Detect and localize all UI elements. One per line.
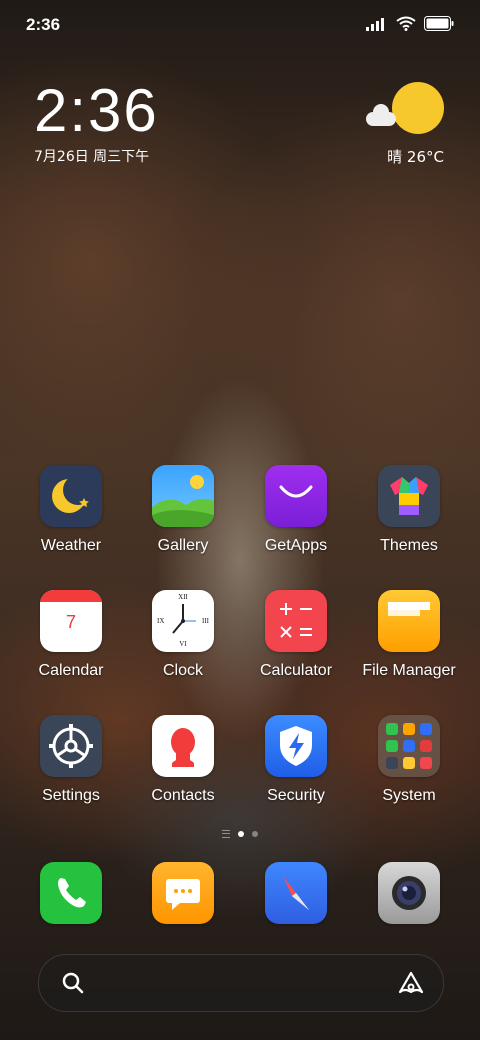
security-icon xyxy=(265,715,327,777)
app-security[interactable]: Security xyxy=(240,715,352,805)
dock-camera[interactable] xyxy=(353,862,465,924)
cloud-icon xyxy=(366,104,396,126)
app-label: Contacts xyxy=(151,787,215,804)
app-getapps[interactable]: GetApps xyxy=(240,465,352,555)
clock-widget-time: 2:36 xyxy=(34,77,159,144)
signal-icon xyxy=(366,17,384,31)
folder-icon xyxy=(378,715,440,777)
dock-messages[interactable] xyxy=(127,862,239,924)
dock-browser[interactable] xyxy=(240,862,352,924)
status-bar: 2:36 xyxy=(0,0,480,50)
phone-icon xyxy=(40,862,102,924)
getapps-icon xyxy=(265,465,327,527)
page-list-indicator xyxy=(222,830,230,838)
page-indicator[interactable] xyxy=(0,830,480,838)
app-folder-system[interactable]: System xyxy=(353,715,465,805)
app-label: GetApps xyxy=(264,537,328,554)
app-label: Weather xyxy=(40,537,102,554)
dock-phone[interactable] xyxy=(15,862,127,924)
app-calendar[interactable]: 7 Calendar xyxy=(15,590,127,680)
app-label: Settings xyxy=(42,787,100,804)
contacts-icon xyxy=(152,715,214,777)
app-label: Gallery xyxy=(157,537,209,554)
file-manager-icon xyxy=(378,590,440,652)
search-bar[interactable] xyxy=(38,954,444,1012)
status-icons xyxy=(366,16,454,31)
calculator-icon xyxy=(265,590,327,652)
app-label: Calendar xyxy=(38,662,104,679)
wifi-icon xyxy=(396,16,416,31)
app-label: System xyxy=(382,787,436,804)
settings-icon xyxy=(40,715,102,777)
clock-widget-date: 7月26日 周三下午 xyxy=(34,149,150,165)
browser-icon xyxy=(265,862,327,924)
app-label: File Manager xyxy=(362,662,456,679)
app-gallery[interactable]: Gallery xyxy=(127,465,239,555)
app-label: Clock xyxy=(162,662,203,679)
app-contacts[interactable]: Contacts xyxy=(127,715,239,805)
app-label: Themes xyxy=(380,537,438,554)
themes-icon xyxy=(378,465,440,527)
app-label: Calculator xyxy=(259,662,333,679)
clock-icon: XII III VI IX xyxy=(152,590,214,652)
clock-widget[interactable]: 2:36 7月26日 周三下午 xyxy=(34,80,234,170)
app-themes[interactable]: Themes xyxy=(353,465,465,555)
calendar-day: 7 xyxy=(65,612,76,632)
weather-widget[interactable]: 晴 26°C xyxy=(364,82,444,172)
weather-widget-text: 晴 26°C xyxy=(387,148,444,166)
app-calculator[interactable]: Calculator xyxy=(240,590,352,680)
page-dot-active xyxy=(238,831,244,837)
gallery-icon xyxy=(152,465,214,527)
messages-icon xyxy=(152,862,214,924)
weather-app-icon xyxy=(40,465,102,527)
search-icon xyxy=(62,972,84,994)
calendar-icon: 7 xyxy=(40,590,102,652)
app-weather[interactable]: Weather xyxy=(15,465,127,555)
sun-icon xyxy=(392,82,444,134)
page-dot xyxy=(252,831,258,837)
battery-icon xyxy=(424,16,454,31)
app-label: Security xyxy=(267,787,325,804)
assistant-icon[interactable] xyxy=(397,970,425,996)
app-settings[interactable]: Settings xyxy=(15,715,127,805)
camera-icon xyxy=(378,862,440,924)
app-clock[interactable]: XII III VI IX Clock xyxy=(127,590,239,680)
status-time: 2:36 xyxy=(26,15,61,34)
app-file-manager[interactable]: File Manager xyxy=(353,590,465,680)
